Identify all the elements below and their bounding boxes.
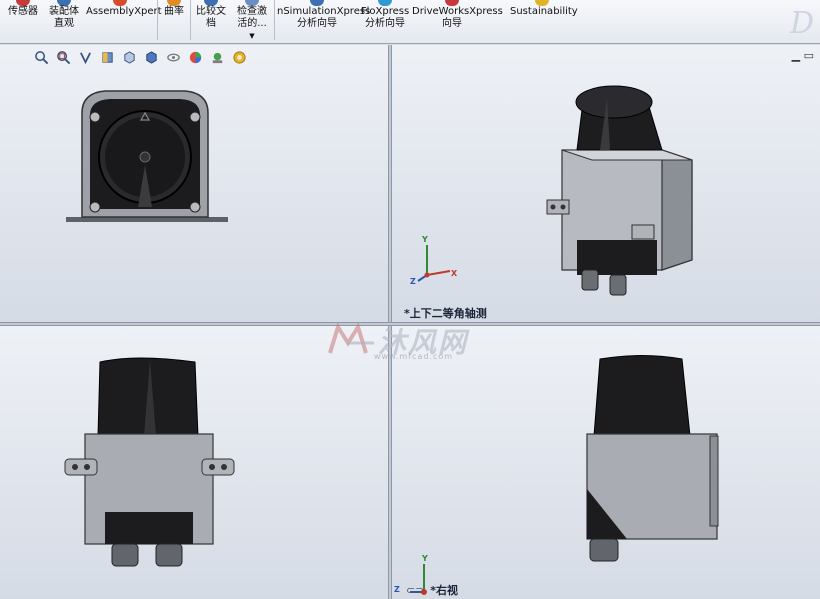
check-active-document-label: 检查激 — [237, 6, 267, 17]
edit-appearance-icon[interactable] — [186, 49, 204, 65]
compare-documents-label-2: 档 — [206, 18, 216, 29]
triad-x-label: X — [451, 269, 458, 278]
coordinate-triad — [417, 245, 451, 282]
right-view-model — [586, 355, 719, 562]
view-name-label: ⊂⊃ *右视 — [406, 582, 458, 598]
triad-y-label: Y — [422, 554, 428, 563]
floxpress-label: FloXpress — [360, 6, 410, 17]
ribbon-separator — [274, 0, 275, 40]
hide-show-icon[interactable] — [164, 49, 182, 65]
viewport-right[interactable]: Y Z ⊂⊃ *右视 — [392, 326, 820, 599]
simulationxpress-button[interactable]: nSimulationXpress 分析向导 — [277, 0, 370, 30]
top-view-model — [64, 357, 235, 567]
chevron-down-icon[interactable]: ▼ — [249, 32, 254, 40]
view-name-label: *上下二等角轴测 — [404, 305, 487, 321]
compare-documents-label: 比较文 — [196, 6, 226, 17]
view-name-text: *右视 — [430, 584, 459, 597]
driveworksxpress-label: DriveWorksXpress — [412, 6, 503, 17]
command-ribbon: 传感器 装配体 直观 AssemblyXpert 曲率 比较文 档 检查激 活的… — [0, 0, 820, 44]
sustainability-label: Sustainability — [510, 6, 578, 17]
check-active-document-button[interactable]: 检查激 活的... ▼ — [233, 0, 271, 42]
triad-z-label: Z — [394, 585, 400, 594]
headsup-view-toolbar — [32, 48, 248, 66]
apply-scene-icon[interactable] — [208, 49, 226, 65]
ribbon-separator — [157, 0, 158, 40]
assembly-visualization-label-2: 直观 — [54, 18, 74, 29]
floxpress-label-2: 分析向导 — [365, 18, 405, 29]
view-settings-icon[interactable] — [230, 49, 248, 65]
simulationxpress-label-2: 分析向导 — [297, 18, 337, 29]
driveworksxpress-label-2: 向导 — [442, 18, 462, 29]
previous-view-icon[interactable] — [76, 49, 94, 65]
section-view-icon[interactable] — [98, 49, 116, 65]
sensor-label: 传感器 — [8, 6, 38, 17]
floxpress-button[interactable]: FloXpress 分析向导 — [360, 0, 410, 30]
view-name-text: *上下二等角轴测 — [404, 307, 487, 320]
viewport-trimetric[interactable]: ▁ ▭ Y X Z *上下二等角轴测 — [392, 45, 820, 322]
curvature-button[interactable]: 曲率 — [160, 0, 188, 18]
assemblyxpert-button[interactable]: AssemblyXpert — [86, 0, 162, 18]
triad-y-label: Y — [422, 235, 428, 244]
triad-z-label: Z — [410, 277, 416, 286]
sensor-button[interactable]: 传感器 — [4, 0, 42, 18]
viewport-horizontal-splitter[interactable] — [0, 322, 820, 326]
assembly-visualization-label: 装配体 — [49, 6, 79, 17]
driveworksxpress-button[interactable]: DriveWorksXpress 向导 — [412, 0, 503, 30]
assembly-visualization-button[interactable]: 装配体 直观 — [46, 0, 82, 30]
zoom-to-fit-icon[interactable] — [32, 49, 50, 65]
assemblyxpert-label: AssemblyXpert — [86, 6, 162, 17]
compare-documents-button[interactable]: 比较文 档 — [193, 0, 229, 30]
viewport-top[interactable] — [0, 326, 388, 599]
display-style-icon[interactable] — [142, 49, 160, 65]
trimetric-view-model — [546, 85, 693, 296]
viewport-front[interactable] — [0, 45, 388, 322]
solidworks-logo: D — [789, 6, 814, 41]
zoom-area-icon[interactable] — [54, 49, 72, 65]
view-orientation-icon[interactable] — [120, 49, 138, 65]
viewport-window-controls[interactable]: ▁ ▭ — [792, 49, 814, 62]
front-view-model — [66, 90, 228, 222]
ribbon-separator — [190, 0, 191, 40]
view-link-icon: ⊂⊃ — [406, 584, 425, 597]
sustainability-button[interactable]: Sustainability — [510, 0, 578, 18]
simulationxpress-label: nSimulationXpress — [277, 6, 371, 17]
check-active-document-label-2: 活的... — [237, 18, 267, 29]
curvature-label: 曲率 — [164, 6, 184, 17]
graphics-area[interactable]: ▁ ▭ Y X Z *上下二等角轴测 Y Z ⊂⊃ *右视 沐风网 www.mf… — [0, 45, 820, 599]
